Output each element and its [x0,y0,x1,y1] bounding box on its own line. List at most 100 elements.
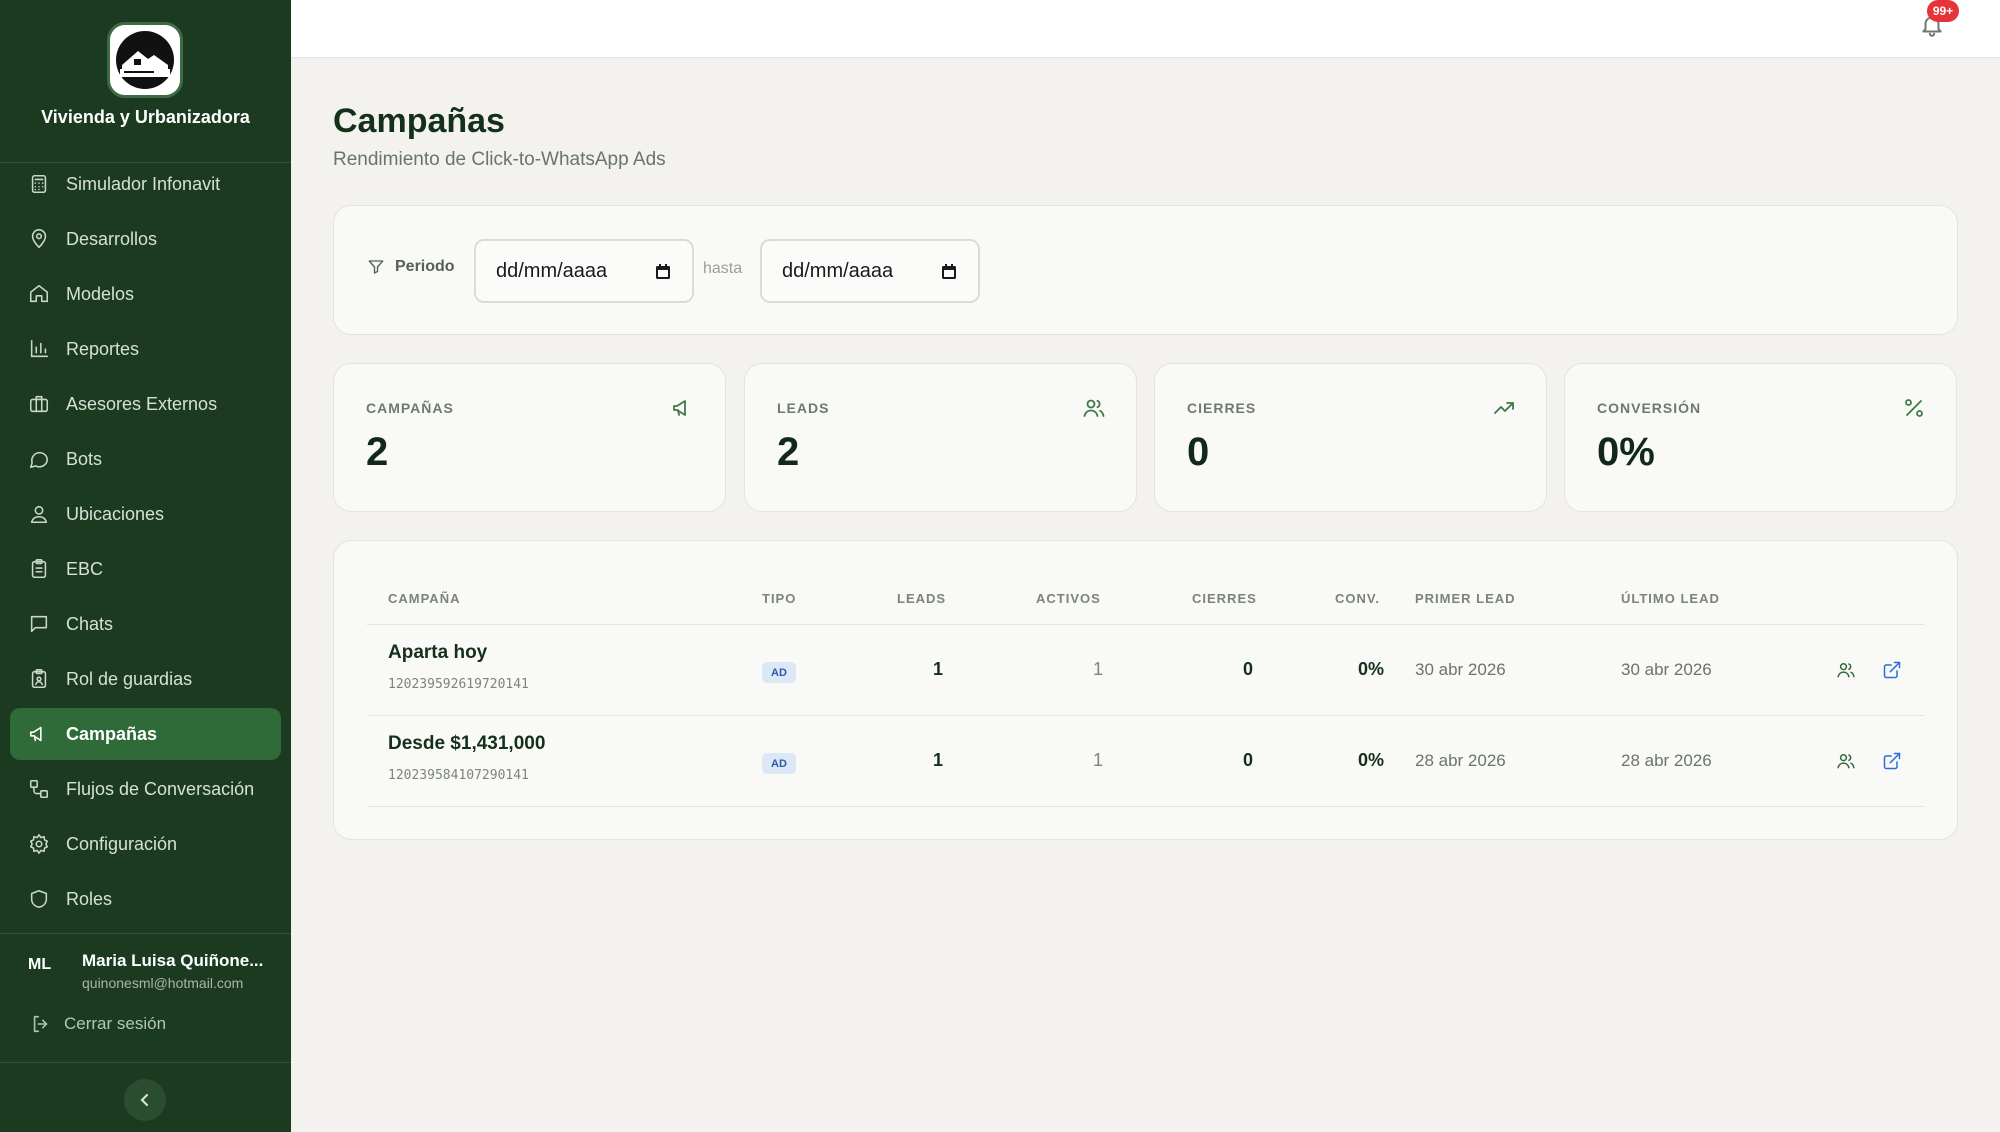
column-header-primer-lead: PRIMER LEAD [1415,591,1516,606]
column-header-ultimo-lead: ÚLTIMO LEAD [1621,591,1720,606]
date-to-input[interactable]: dd/mm/aaaa [760,239,980,303]
sidebar-item-label: Rol de guardias [66,668,193,689]
user-name: Maria Luisa Quiñone... [82,951,264,970]
stat-card-conversion: CONVERSIÓN 0% [1564,363,1957,512]
campaign-type-badge: AD [762,753,796,774]
stat-value: 2 [366,430,389,474]
sidebar-nav: Simulador Infonavit Desarrollos Modelos … [10,158,281,928]
sidebar-item-configuracion[interactable]: Configuración [10,818,281,870]
cell-leads: 1 [932,659,943,679]
sidebar-item-label: Asesores Externos [66,393,218,414]
sidebar-item-campanas[interactable]: Campañas [10,708,281,760]
view-leads-icon[interactable] [1836,751,1856,771]
trending-up-icon [1492,396,1516,420]
logout-icon [33,1015,48,1033]
sidebar-item-roles[interactable]: Roles [10,873,281,925]
logout-label: Cerrar sesión [64,1014,167,1033]
page-subtitle: Rendimiento de Click-to-WhatsApp Ads [333,149,666,170]
sidebar-item-label: Desarrollos [66,228,158,249]
sidebar-item-simulador-infonavit[interactable]: Simulador Infonavit [10,158,281,210]
sidebar-item-label: Ubicaciones [66,503,165,524]
cell-primer-lead: 28 abr 2026 [1415,751,1506,770]
table-header-divider [367,624,1924,625]
notification-count-badge: 99+ [1927,0,1959,22]
sidebar-divider [0,933,291,934]
bar-chart-icon [28,338,50,360]
view-leads-icon[interactable] [1836,660,1856,680]
sidebar-item-bots[interactable]: Bots [10,433,281,485]
filter-icon [368,260,384,274]
stat-label: CONVERSIÓN [1597,400,1702,416]
message-square-icon [28,613,50,635]
date-from-input[interactable]: dd/mm/aaaa [474,239,694,303]
sidebar-item-label: Reportes [66,338,140,359]
clipboard-user-icon [28,668,50,690]
stat-value: 2 [777,430,800,474]
sidebar-item-desarrollos[interactable]: Desarrollos [10,213,281,265]
period-label-text: Periodo [395,258,455,275]
cell-ultimo-lead: 28 abr 2026 [1621,751,1712,770]
stat-card-campanas: CAMPAÑAS 2 [333,363,726,512]
table-row-divider [367,715,1924,716]
sidebar-item-asesores-externos[interactable]: Asesores Externos [10,378,281,430]
map-pin-icon [28,228,50,250]
column-header-activos: ACTIVOS [1036,591,1101,606]
column-header-campana: CAMPAÑA [388,591,461,606]
sidebar: Vivienda y Urbanizadora Simulador Infona… [0,0,291,1132]
collapse-sidebar-button[interactable] [124,1079,166,1121]
sidebar-item-label: EBC [66,558,104,579]
filter-card: Periodo dd/mm/aaaa hasta dd/mm/aaaa [333,205,1958,335]
workflow-icon [28,778,50,800]
cell-cierres: 0 [1242,659,1253,679]
stat-card-cierres: CIERRES 0 [1154,363,1547,512]
user-profile[interactable]: ML Maria Luisa Quiñone... quinonesml@hot… [0,940,291,1000]
home-icon [28,283,50,305]
sidebar-item-label: Modelos [66,283,135,304]
sidebar-item-rol-de-guardias[interactable]: Rol de guardias [10,653,281,705]
campaign-name[interactable]: Desde $1,431,000 [388,733,545,755]
table-row-divider [367,806,1924,807]
stat-card-leads: LEADS 2 [744,363,1137,512]
sidebar-item-label: Bots [66,448,103,469]
campaign-type-badge: AD [762,662,796,683]
house-logo-icon[interactable] [107,22,183,98]
cell-cierres: 0 [1242,750,1253,770]
cell-ultimo-lead: 30 abr 2026 [1621,660,1712,679]
sidebar-item-label: Simulador Infonavit [66,173,221,194]
sidebar-item-modelos[interactable]: Modelos [10,268,281,320]
megaphone-icon [671,396,695,420]
sidebar-item-label: Roles [66,888,113,909]
sidebar-item-reportes[interactable]: Reportes [10,323,281,375]
stat-label: CIERRES [1187,400,1257,416]
cell-primer-lead: 30 abr 2026 [1415,660,1506,679]
sidebar-item-ubicaciones[interactable]: Ubicaciones [10,488,281,540]
calendar-icon[interactable] [654,263,672,281]
campaign-id: 120239584107290141 [388,768,529,783]
calendar-icon[interactable] [940,263,958,281]
column-header-leads: LEADS [897,591,947,606]
chevron-left-icon [140,1093,149,1107]
period-filter-label: Periodo [367,258,455,276]
date-range-separator: hasta [703,260,743,277]
sidebar-item-chats[interactable]: Chats [10,598,281,650]
logout-button[interactable]: Cerrar sesión [30,1013,166,1035]
sidebar-item-label: Configuración [66,833,178,854]
sidebar-item-flujos-de-conversacion[interactable]: Flujos de Conversación [10,763,281,815]
user-pin-icon [28,503,50,525]
column-header-conv: CONV. [1335,591,1380,606]
cell-conversion: 0% [1357,659,1384,679]
column-header-tipo: TIPO [762,591,797,606]
sidebar-item-label: Campañas [66,723,158,744]
external-link-icon[interactable] [1882,660,1902,680]
user-email: quinonesml@hotmail.com [82,975,244,991]
stat-value: 0 [1187,430,1210,474]
external-link-icon[interactable] [1882,751,1902,771]
cell-leads: 1 [932,750,943,770]
percent-icon [1902,396,1926,420]
sidebar-item-ebc[interactable]: EBC [10,543,281,595]
sidebar-item-label: Flujos de Conversación [66,778,255,799]
campaign-name[interactable]: Aparta hoy [388,642,487,664]
avatar: ML [28,956,52,973]
users-icon [1082,396,1106,420]
date-to-placeholder: dd/mm/aaaa [782,259,894,282]
